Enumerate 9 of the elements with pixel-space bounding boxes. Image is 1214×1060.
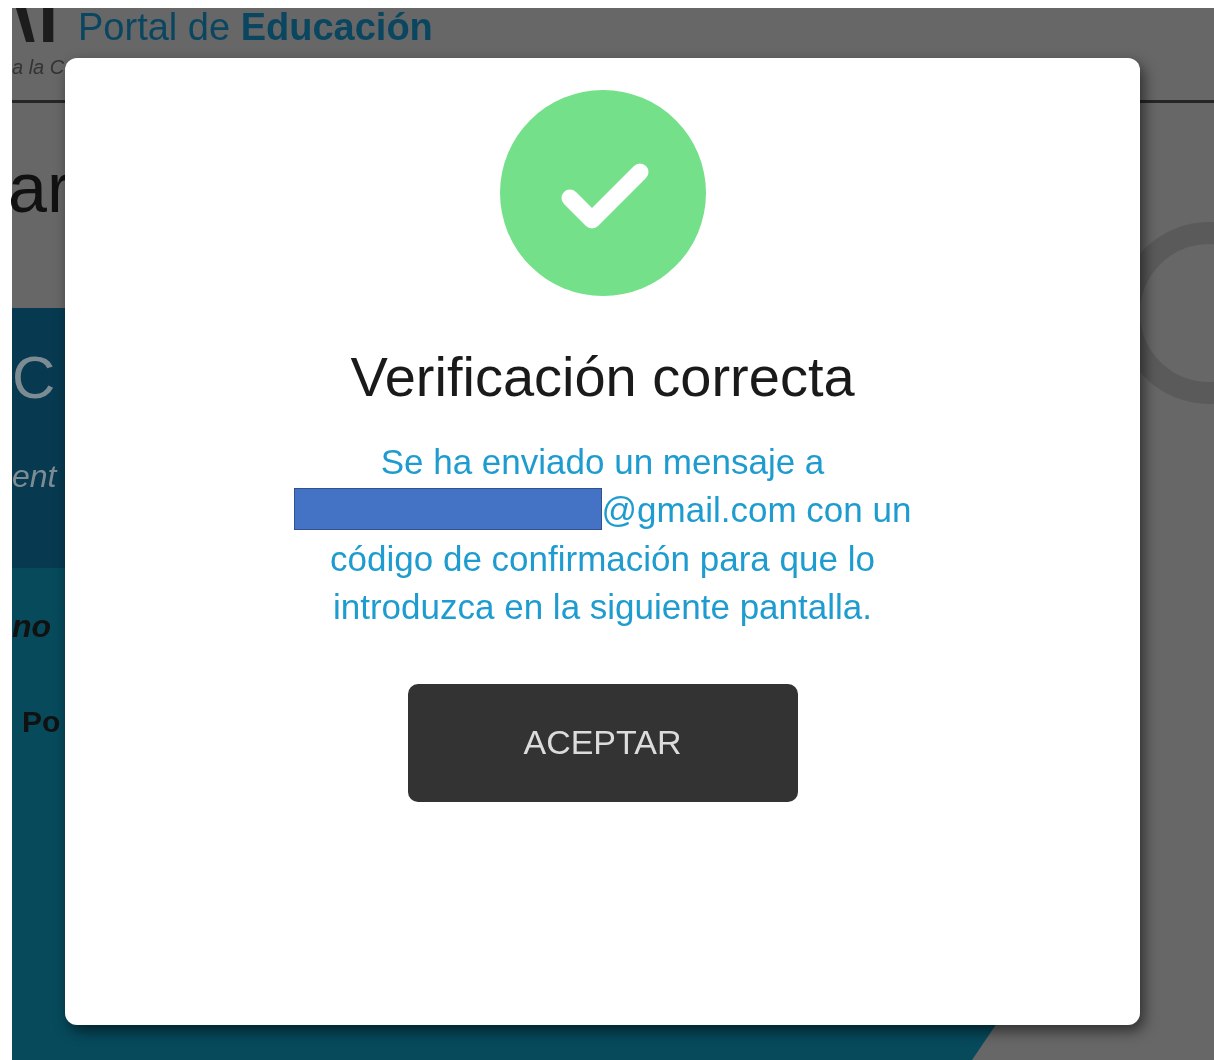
field-label: Po xyxy=(22,705,61,739)
dialog-message: Se ha enviado un mensaje a @gmail.com con un código de confirmación para que lo introduzca en la siguiente pantalla. xyxy=(252,437,953,632)
dialog-title: Verificación correcta xyxy=(350,346,855,408)
banner-title: C xyxy=(12,348,56,408)
accept-button[interactable]: ACEPTAR xyxy=(407,683,798,802)
site-title: Portal de Educación xyxy=(78,8,433,46)
checkmark-icon xyxy=(499,90,706,296)
section-label: no xyxy=(12,608,52,645)
banner-subtitle: ent xyxy=(12,458,57,495)
